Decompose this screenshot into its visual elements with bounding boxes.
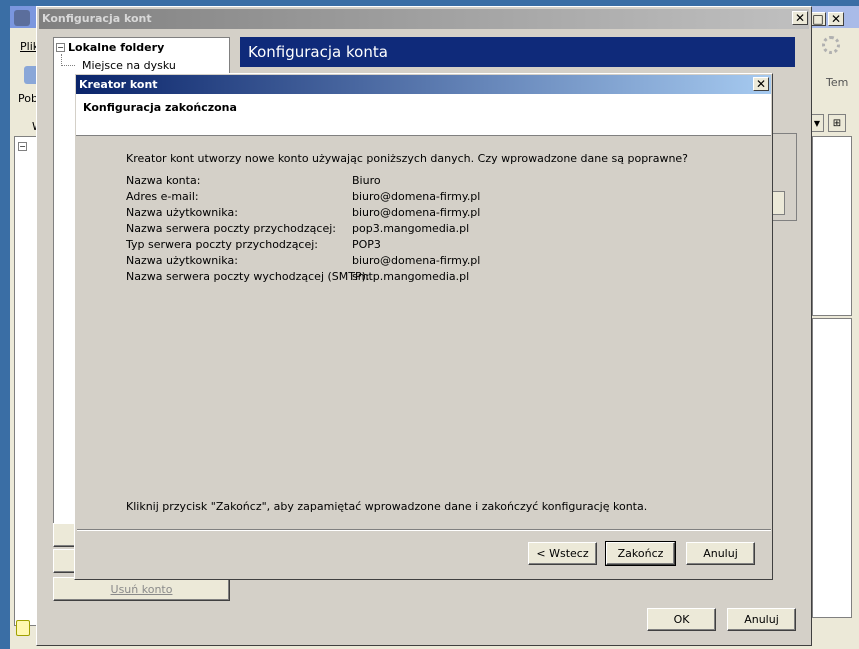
summary-label: Typ serwera poczty przychodzącej: (126, 238, 319, 251)
wizard-close-button[interactable]: ✕ (753, 77, 769, 91)
wizard-separator (77, 529, 771, 531)
summary-label: Nazwa serwera poczty wychodzącej (SMTP): (126, 270, 370, 283)
account-dialog-close-button[interactable]: ✕ (792, 11, 808, 25)
expand-icon[interactable]: − (18, 142, 27, 151)
account-settings-header: Konfiguracja konta (248, 43, 388, 61)
tree-connector (61, 54, 75, 66)
tree-collapse-icon[interactable]: − (56, 43, 65, 52)
message-list-pane (812, 136, 852, 316)
summary-label: Nazwa użytkownika: (126, 254, 238, 267)
summary-label: Adres e-mail: (126, 190, 199, 203)
wizard-intro: Kreator kont utworzy nowe konto używając… (126, 152, 689, 165)
summary-label: Nazwa konta: (126, 174, 201, 187)
summary-value: biuro@domena-firmy.pl (352, 190, 481, 203)
dropdown-arrow-icon[interactable]: ▼ (810, 114, 824, 132)
account-dialog-titlebar (39, 9, 809, 29)
wizard-header: Konfiguracja zakończona (76, 94, 771, 136)
summary-value: pop3.mangomedia.pl (352, 222, 470, 235)
summary-value: POP3 (352, 238, 381, 251)
maximize-button[interactable]: □ (810, 12, 826, 26)
columns-icon[interactable]: ⊞ (828, 114, 846, 132)
summary-label: Nazwa użytkownika: (126, 206, 238, 219)
ok-button[interactable]: OK (647, 608, 716, 631)
summary-list: Nazwa konta: Biuro Adres e-mail: biuro@d… (126, 174, 726, 289)
remove-account-button: Usuń konto (53, 577, 230, 601)
close-main-button[interactable]: ✕ (828, 12, 844, 26)
wizard-subtitle: Konfiguracja zakończona (83, 101, 237, 114)
wizard-footer-text: Kliknij przycisk "Zakończ", aby zapamięt… (126, 500, 648, 513)
account-wizard-dialog: Kreator kont ✕ Konfiguracja zakończona K… (74, 73, 773, 580)
summary-value: biuro@domena-firmy.pl (352, 254, 481, 267)
tip-icon (16, 620, 30, 636)
toolbar-get-mail[interactable]: Pob (18, 92, 38, 105)
tree-item-disk-space[interactable]: Miejsce na dysku (82, 59, 176, 72)
wizard-cancel-button[interactable]: Anuluj (686, 542, 755, 565)
summary-label: Nazwa serwera poczty przychodzącej: (126, 222, 336, 235)
summary-value: biuro@domena-firmy.pl (352, 206, 481, 219)
account-settings-header-bar: Konfiguracja konta (240, 37, 795, 67)
back-button[interactable]: < Wstecz (528, 542, 597, 565)
summary-value: smtp.mangomedia.pl (352, 270, 470, 283)
tree-root-local-folders[interactable]: Lokalne foldery (68, 41, 164, 54)
finish-button[interactable]: Zakończ (605, 541, 676, 566)
settings-gear-icon (822, 36, 840, 54)
summary-value: Biuro (352, 174, 381, 187)
account-dialog-title: Konfiguracja kont (42, 12, 152, 25)
preview-pane (812, 318, 852, 618)
account-cancel-button[interactable]: Anuluj (727, 608, 796, 631)
app-icon (14, 10, 30, 26)
wizard-titlebar (76, 75, 771, 94)
wizard-title: Kreator kont (79, 78, 158, 91)
search-partial: Tem (826, 76, 849, 89)
